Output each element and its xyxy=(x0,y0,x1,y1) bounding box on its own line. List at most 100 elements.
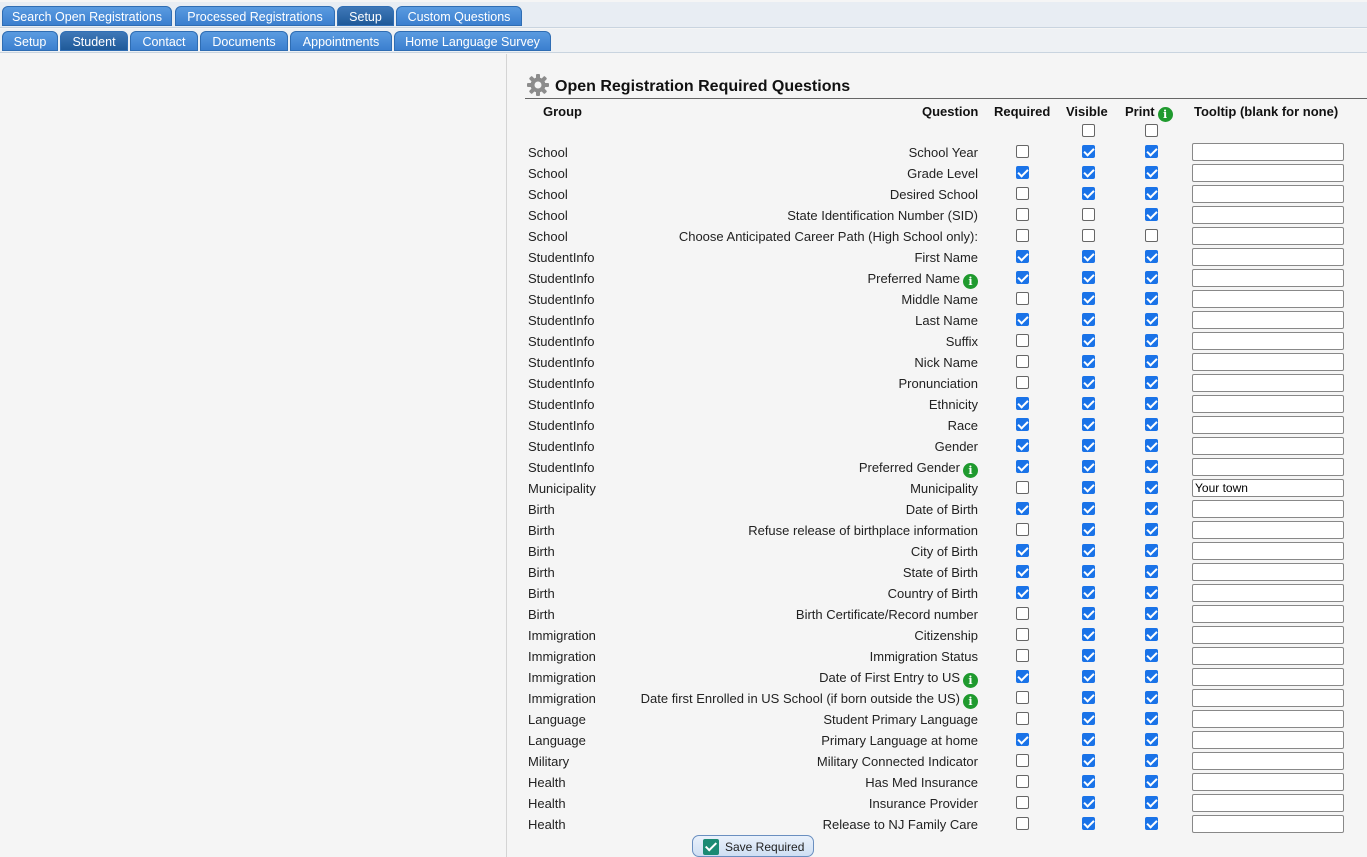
tooltip-input[interactable] xyxy=(1192,605,1344,623)
tooltip-input[interactable] xyxy=(1192,689,1344,707)
print-checkbox[interactable] xyxy=(1145,334,1158,347)
tooltip-input[interactable] xyxy=(1192,437,1344,455)
save-required-button[interactable]: Save Required xyxy=(692,835,814,857)
print-checkbox[interactable] xyxy=(1145,145,1158,158)
tab-processed-registrations[interactable]: Processed Registrations xyxy=(175,6,335,26)
visible-checkbox[interactable] xyxy=(1082,397,1095,410)
required-checkbox[interactable] xyxy=(1016,376,1029,389)
tooltip-input[interactable] xyxy=(1192,731,1344,749)
required-checkbox[interactable] xyxy=(1016,355,1029,368)
tooltip-input[interactable] xyxy=(1192,416,1344,434)
visible-checkbox[interactable] xyxy=(1082,628,1095,641)
select-all-visible-checkbox[interactable] xyxy=(1082,124,1095,137)
visible-checkbox[interactable] xyxy=(1082,733,1095,746)
tooltip-input[interactable] xyxy=(1192,521,1344,539)
visible-checkbox[interactable] xyxy=(1082,292,1095,305)
tooltip-input[interactable] xyxy=(1192,626,1344,644)
print-checkbox[interactable] xyxy=(1145,166,1158,179)
tooltip-input[interactable] xyxy=(1192,290,1344,308)
required-checkbox[interactable] xyxy=(1016,292,1029,305)
tooltip-input[interactable] xyxy=(1192,395,1344,413)
required-checkbox[interactable] xyxy=(1016,733,1029,746)
info-icon[interactable]: i xyxy=(963,673,978,688)
required-checkbox[interactable] xyxy=(1016,187,1029,200)
tooltip-input[interactable] xyxy=(1192,500,1344,518)
visible-checkbox[interactable] xyxy=(1082,355,1095,368)
visible-checkbox[interactable] xyxy=(1082,145,1095,158)
tooltip-input[interactable] xyxy=(1192,752,1344,770)
tooltip-input[interactable] xyxy=(1192,668,1344,686)
tooltip-input[interactable] xyxy=(1192,248,1344,266)
print-checkbox[interactable] xyxy=(1145,229,1158,242)
tooltip-input[interactable] xyxy=(1192,227,1344,245)
print-checkbox[interactable] xyxy=(1145,712,1158,725)
tooltip-input[interactable] xyxy=(1192,584,1344,602)
required-checkbox[interactable] xyxy=(1016,670,1029,683)
required-checkbox[interactable] xyxy=(1016,397,1029,410)
subtab-setup[interactable]: Setup xyxy=(2,31,58,51)
tooltip-input[interactable] xyxy=(1192,185,1344,203)
info-icon[interactable]: i xyxy=(963,274,978,289)
required-checkbox[interactable] xyxy=(1016,796,1029,809)
print-checkbox[interactable] xyxy=(1145,649,1158,662)
subtab-student[interactable]: Student xyxy=(60,31,128,51)
required-checkbox[interactable] xyxy=(1016,418,1029,431)
visible-checkbox[interactable] xyxy=(1082,523,1095,536)
print-checkbox[interactable] xyxy=(1145,292,1158,305)
tooltip-input[interactable] xyxy=(1192,311,1344,329)
print-checkbox[interactable] xyxy=(1145,796,1158,809)
subtab-home-language-survey[interactable]: Home Language Survey xyxy=(394,31,551,51)
info-icon[interactable]: i xyxy=(1157,107,1173,122)
required-checkbox[interactable] xyxy=(1016,481,1029,494)
print-checkbox[interactable] xyxy=(1145,817,1158,830)
required-checkbox[interactable] xyxy=(1016,775,1029,788)
tab-search-open-registrations[interactable]: Search Open Registrations xyxy=(2,6,172,26)
print-checkbox[interactable] xyxy=(1145,523,1158,536)
tab-setup[interactable]: Setup xyxy=(337,6,394,26)
required-checkbox[interactable] xyxy=(1016,649,1029,662)
required-checkbox[interactable] xyxy=(1016,502,1029,515)
tooltip-input[interactable] xyxy=(1192,815,1344,833)
print-checkbox[interactable] xyxy=(1145,754,1158,767)
select-all-print-checkbox[interactable] xyxy=(1145,124,1158,137)
tooltip-input[interactable] xyxy=(1192,269,1344,287)
required-checkbox[interactable] xyxy=(1016,565,1029,578)
print-checkbox[interactable] xyxy=(1145,250,1158,263)
print-checkbox[interactable] xyxy=(1145,187,1158,200)
visible-checkbox[interactable] xyxy=(1082,229,1095,242)
required-checkbox[interactable] xyxy=(1016,691,1029,704)
tooltip-input[interactable] xyxy=(1192,206,1344,224)
required-checkbox[interactable] xyxy=(1016,544,1029,557)
required-checkbox[interactable] xyxy=(1016,712,1029,725)
print-checkbox[interactable] xyxy=(1145,670,1158,683)
tooltip-input[interactable] xyxy=(1192,563,1344,581)
visible-checkbox[interactable] xyxy=(1082,586,1095,599)
visible-checkbox[interactable] xyxy=(1082,376,1095,389)
required-checkbox[interactable] xyxy=(1016,250,1029,263)
tab-custom-questions[interactable]: Custom Questions xyxy=(396,6,522,26)
required-checkbox[interactable] xyxy=(1016,271,1029,284)
required-checkbox[interactable] xyxy=(1016,439,1029,452)
tooltip-input[interactable] xyxy=(1192,479,1344,497)
print-checkbox[interactable] xyxy=(1145,271,1158,284)
visible-checkbox[interactable] xyxy=(1082,439,1095,452)
required-checkbox[interactable] xyxy=(1016,586,1029,599)
visible-checkbox[interactable] xyxy=(1082,544,1095,557)
required-checkbox[interactable] xyxy=(1016,334,1029,347)
print-checkbox[interactable] xyxy=(1145,544,1158,557)
print-checkbox[interactable] xyxy=(1145,355,1158,368)
visible-checkbox[interactable] xyxy=(1082,607,1095,620)
visible-checkbox[interactable] xyxy=(1082,460,1095,473)
visible-checkbox[interactable] xyxy=(1082,502,1095,515)
tooltip-input[interactable] xyxy=(1192,164,1344,182)
visible-checkbox[interactable] xyxy=(1082,418,1095,431)
required-checkbox[interactable] xyxy=(1016,460,1029,473)
visible-checkbox[interactable] xyxy=(1082,817,1095,830)
info-icon[interactable]: i xyxy=(963,694,978,709)
required-checkbox[interactable] xyxy=(1016,313,1029,326)
visible-checkbox[interactable] xyxy=(1082,796,1095,809)
visible-checkbox[interactable] xyxy=(1082,166,1095,179)
required-checkbox[interactable] xyxy=(1016,523,1029,536)
tooltip-input[interactable] xyxy=(1192,710,1344,728)
print-checkbox[interactable] xyxy=(1145,439,1158,452)
